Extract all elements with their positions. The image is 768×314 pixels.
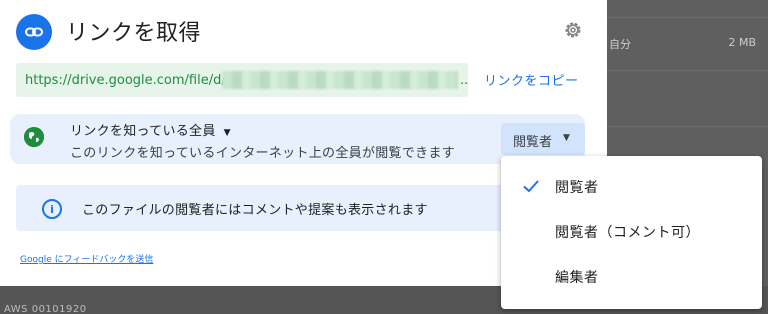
link-icon	[16, 14, 52, 50]
link-url-field[interactable]: https://drive.google.com/file/d/ ...	[16, 63, 468, 97]
row-divider	[607, 17, 768, 18]
menu-item-viewer[interactable]: 閲覧者	[501, 164, 762, 208]
access-scope-label: リンクを知っている全員	[70, 124, 216, 139]
background-bottom-text: AWS 00101920	[4, 304, 87, 314]
dialog-title: リンクを取得	[66, 21, 202, 46]
copy-link-button[interactable]: リンクをコピー	[484, 70, 579, 89]
caret-down-icon: ▼	[563, 133, 570, 143]
row-divider	[607, 70, 768, 71]
background-owner: 自分	[609, 38, 631, 51]
role-dropdown-label: 閲覧者	[513, 135, 553, 150]
menu-item-label: 編集者	[555, 270, 599, 286]
menu-item-commenter[interactable]: 閲覧者（コメント可）	[501, 209, 762, 253]
globe-icon	[24, 127, 44, 147]
row-divider	[607, 126, 768, 127]
feedback-link[interactable]: Google にフィードバックを送信	[20, 252, 153, 265]
menu-item-editor[interactable]: 編集者	[501, 254, 762, 298]
link-ellipsis: ...	[460, 73, 468, 88]
link-redacted-part	[222, 71, 458, 89]
menu-item-label: 閲覧者（コメント可）	[555, 225, 700, 241]
check-icon	[521, 176, 541, 196]
gear-icon[interactable]	[561, 18, 585, 42]
menu-item-label: 閲覧者	[555, 180, 599, 196]
role-menu: 閲覧者 閲覧者（コメント可） 編集者	[501, 156, 762, 309]
info-icon: i	[42, 199, 62, 219]
role-dropdown-button[interactable]: 閲覧者 ▼	[501, 123, 585, 155]
link-url-text: https://drive.google.com/file/d/	[25, 73, 226, 88]
info-banner-text: このファイルの閲覧者にはコメントや提案も表示されます	[82, 203, 428, 218]
access-description: このリンクを知っているインターネット上の全員が閲覧できます	[70, 146, 456, 161]
access-scope-dropdown[interactable]: リンクを知っている全員 ▼	[70, 120, 231, 139]
background-size: 2 MB	[728, 36, 756, 49]
caret-down-icon: ▼	[223, 128, 231, 138]
